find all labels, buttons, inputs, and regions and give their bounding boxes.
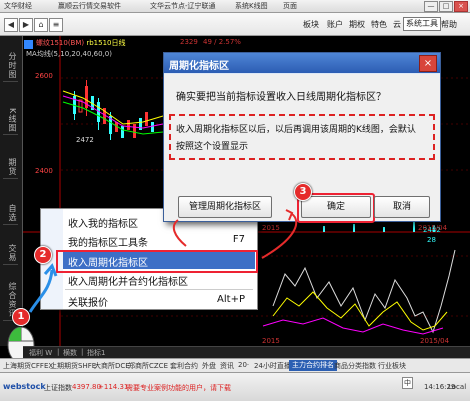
ime-icon[interactable]: 中	[402, 377, 413, 389]
index-label: 上证指数	[44, 384, 72, 392]
arrow-2-to-3	[261, 213, 298, 259]
arrow-menu-pointer	[172, 219, 187, 247]
clock-tag: Local	[448, 383, 467, 391]
market-tab[interactable]: 商品分类指数	[334, 361, 376, 371]
annotation-overlay	[28, 209, 298, 313]
step-badge-2: 2	[34, 246, 52, 264]
tab-chart-1[interactable]: 福利 W	[29, 348, 52, 358]
market-tab-active[interactable]: 主力合约排名	[289, 360, 337, 371]
index-change: +114.31	[98, 383, 129, 391]
arrow-head-icon	[285, 209, 294, 221]
market-tab[interactable]: 大商所DCE	[94, 361, 130, 371]
tab-chart-2[interactable]: 横数	[63, 348, 77, 358]
market-tab[interactable]: 20·	[238, 361, 249, 369]
market-tab[interactable]: 上海期货CFFEX	[3, 361, 53, 371]
market-tab[interactable]: 上期期货SHFE	[50, 361, 96, 371]
market-tab[interactable]: 套利合约	[170, 361, 198, 371]
status-notice[interactable]: 需要专业案例功能的用户，请下载	[126, 383, 231, 393]
index-value: 4397.80	[72, 383, 101, 391]
status-bar: webstock 上证指数 4397.80 +114.31 需要专业案例功能的用…	[0, 372, 470, 401]
step-badge-3: 3	[294, 183, 312, 201]
webstock-logo: webstock	[3, 382, 46, 391]
market-strip: 上海期货CFFEX 上期期货SHFE 大商所DCE 郑商所CZCE 套利合约 外…	[0, 358, 470, 372]
tab-divider: |	[57, 348, 60, 356]
arrow-mouse-to-menu	[28, 269, 54, 313]
market-tab[interactable]: 外盘	[202, 361, 216, 371]
step-badge-1: 1	[12, 308, 30, 326]
market-tab[interactable]: 行业板块	[378, 361, 406, 371]
tab-chart-3[interactable]: 指标1	[87, 348, 105, 358]
market-tab[interactable]: 资讯	[220, 361, 234, 371]
tab-divider: |	[81, 348, 84, 356]
market-tab[interactable]: 郑商所CZCE	[128, 361, 168, 371]
market-tab[interactable]: 24小时直播	[254, 361, 291, 371]
